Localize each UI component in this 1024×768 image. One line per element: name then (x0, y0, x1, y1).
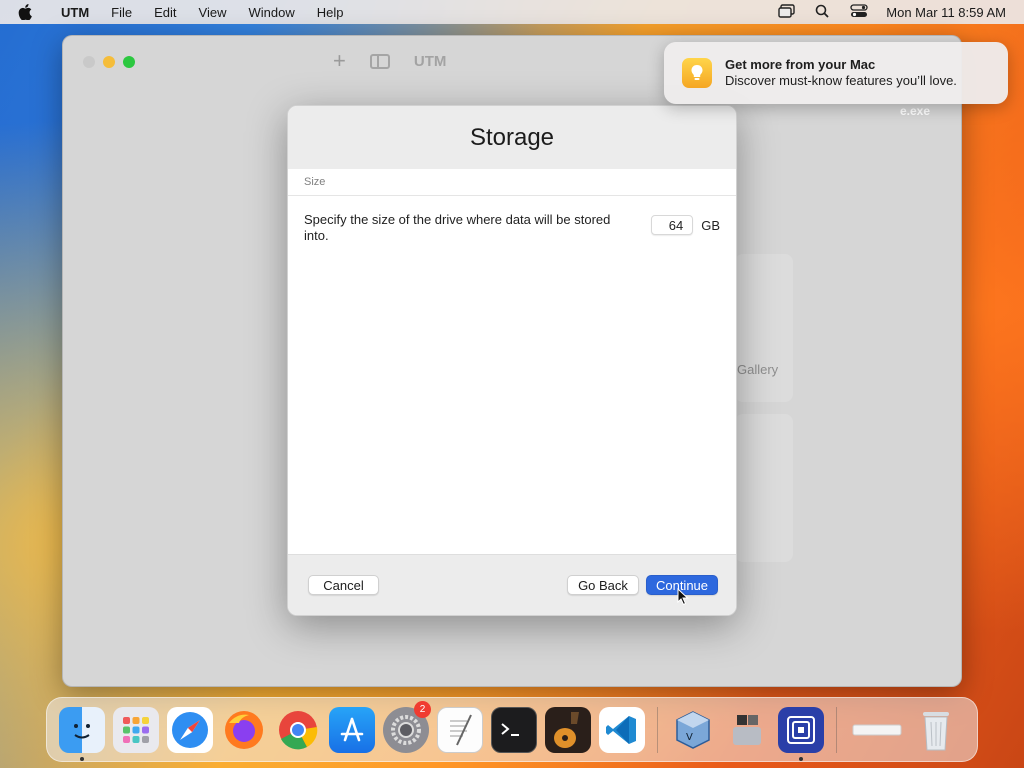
size-unit-label: GB (701, 217, 720, 233)
cancel-button[interactable]: Cancel (308, 575, 379, 595)
notification-banner[interactable]: Get more from your Mac Discover must-kno… (664, 42, 1008, 104)
gallery-label: Gallery (737, 362, 779, 377)
background-card (735, 414, 793, 562)
notification-body: Discover must-know features you’ll love. (725, 73, 957, 88)
mouse-cursor-icon (677, 588, 689, 606)
dialog-footer: Cancel Go Back Continue (288, 554, 736, 615)
menu-clock[interactable]: Mon Mar 11 8:59 AM (886, 5, 1006, 20)
menu-window[interactable]: Window (237, 5, 305, 20)
menu-app-utm[interactable]: UTM (50, 5, 100, 20)
running-indicator (799, 756, 803, 761)
desktop-file-label[interactable]: e.exe (900, 104, 930, 118)
size-row: Specify the size of the drive where data… (288, 196, 736, 244)
drive-size-input[interactable] (651, 215, 694, 235)
toolbar-icons: + UTM (333, 50, 446, 72)
running-indicator (80, 756, 84, 761)
trash-icon[interactable] (913, 707, 959, 753)
storage-dialog: Storage Size Specify the size of the dri… (287, 105, 737, 616)
svg-text:V: V (686, 732, 693, 743)
notification-badge: 2 (414, 700, 431, 718)
firefox-icon[interactable] (221, 707, 267, 753)
garageband-icon[interactable] (545, 706, 591, 753)
notification-text: Get more from your Mac Discover must-kno… (725, 57, 957, 89)
launchpad-icon[interactable] (113, 706, 159, 753)
boot-camp-assistant-icon[interactable] (724, 707, 770, 753)
menu-edit[interactable]: Edit (143, 5, 187, 20)
plus-icon[interactable]: + (333, 50, 346, 72)
app-store-icon[interactable] (329, 706, 375, 753)
menu-bar: UTM File Edit View Window Help Mon Mar 1… (0, 0, 1024, 24)
apple-menu-icon[interactable] (0, 4, 50, 20)
screen-mirroring-icon[interactable] (778, 3, 796, 21)
dialog-header: Storage (288, 106, 736, 169)
spotlight-search-icon[interactable] (814, 4, 832, 21)
go-back-button[interactable]: Go Back (567, 575, 639, 595)
dialog-title: Storage (469, 123, 555, 151)
system-settings-icon[interactable]: 2 (383, 700, 431, 753)
zoom-window-button[interactable] (123, 56, 135, 68)
downloads-stack-icon[interactable] (849, 707, 905, 753)
minimize-window-button[interactable] (103, 56, 115, 68)
close-window-button[interactable] (83, 56, 95, 68)
utm-icon[interactable] (778, 706, 824, 761)
notification-title: Get more from your Mac (725, 57, 876, 72)
dock-separator (836, 706, 837, 753)
menu-view[interactable]: View (188, 5, 238, 20)
dock: 2 V (46, 697, 978, 762)
virtualbox-icon[interactable]: V (670, 707, 716, 753)
finder-icon[interactable] (59, 706, 105, 761)
menu-help[interactable]: Help (306, 5, 355, 20)
safari-icon[interactable] (167, 706, 213, 753)
control-center-icon[interactable] (850, 3, 868, 21)
chrome-icon[interactable] (275, 707, 321, 753)
section-label-size: Size (288, 169, 736, 196)
window-title: UTM (413, 52, 447, 70)
textedit-icon[interactable] (437, 706, 483, 753)
window-controls (63, 56, 135, 68)
size-description: Specify the size of the drive where data… (304, 212, 611, 243)
terminal-icon[interactable] (491, 706, 537, 753)
size-control: GB (651, 215, 720, 235)
vscode-icon[interactable] (599, 706, 645, 753)
menu-file[interactable]: File (100, 5, 143, 20)
dock-separator (657, 706, 658, 753)
lightbulb-icon (682, 58, 712, 88)
background-card (735, 254, 793, 402)
sidebar-toggle-icon[interactable] (369, 53, 390, 69)
